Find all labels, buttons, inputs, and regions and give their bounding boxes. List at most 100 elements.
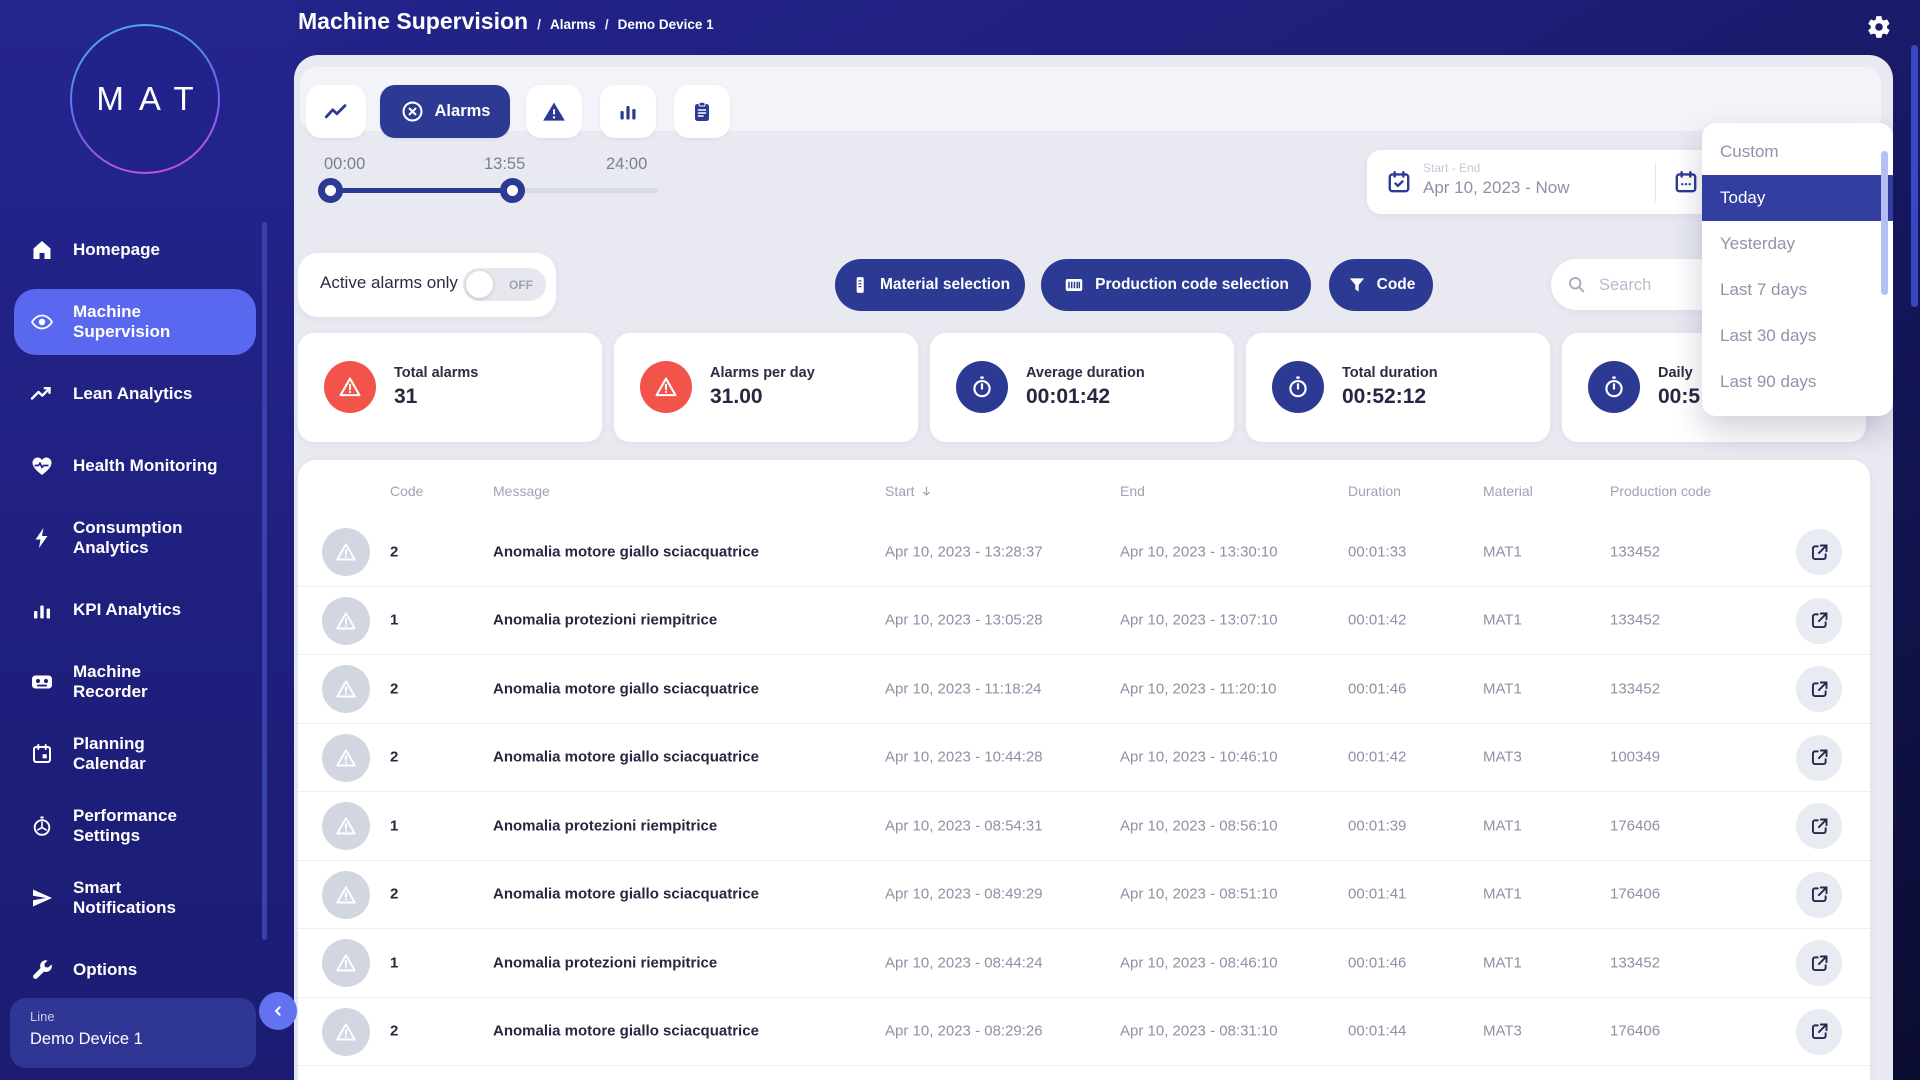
open-alarm-button[interactable]	[1796, 940, 1842, 986]
column-header-start[interactable]: Start	[885, 483, 933, 499]
trend-icon	[30, 382, 54, 406]
option-last-7-days[interactable]: Last 7 days	[1702, 267, 1893, 313]
code-filter-button[interactable]: Code	[1329, 259, 1433, 311]
sidebar-item-options[interactable]: Options	[0, 934, 270, 1006]
warning-triangle-icon	[334, 677, 358, 701]
slider-track[interactable]	[328, 188, 658, 193]
column-header-end[interactable]: End	[1120, 483, 1145, 499]
cell-code: 2	[390, 749, 398, 766]
open-in-new-icon	[1809, 610, 1830, 631]
active-alarms-toggle[interactable]: OFF	[463, 268, 546, 301]
tab-statistics[interactable]	[600, 85, 656, 138]
settings-gear-button[interactable]	[1864, 13, 1894, 43]
slider-handle-start[interactable]	[318, 178, 343, 203]
cell-message: Anomalia protezioni riempitrice	[493, 954, 717, 971]
cell-start: Apr 10, 2023 - 13:05:28	[885, 612, 1043, 629]
table-row: 2 Anomalia motore giallo sciacquatrice A…	[298, 655, 1870, 724]
slider-start-label: 00:00	[324, 155, 365, 174]
table-row: 1 Anomalia protezioni riempitrice Apr 10…	[298, 929, 1870, 998]
calendar-dots-icon[interactable]	[1673, 169, 1699, 195]
cell-end: Apr 10, 2023 - 08:46:10	[1120, 954, 1278, 971]
sidebar-item-smart-notifications[interactable]: Smart Notifications	[0, 862, 270, 934]
cell-end: Apr 10, 2023 - 08:51:10	[1120, 886, 1278, 903]
table-row: 1 Anomalia protezioni riempitrice Apr 10…	[298, 792, 1870, 861]
page-title: Machine Supervision	[298, 8, 528, 35]
cell-start: Apr 10, 2023 - 10:44:28	[885, 749, 1043, 766]
sidebar-scrollbar[interactable]	[262, 222, 267, 940]
open-alarm-button[interactable]	[1796, 1009, 1842, 1055]
open-in-new-icon	[1809, 884, 1830, 905]
sidebar-item-planning-calendar[interactable]: Planning Calendar	[0, 718, 270, 790]
sidebar-item-kpi-analytics[interactable]: KPI Analytics	[0, 574, 270, 646]
slider-handle-end[interactable]	[500, 178, 525, 203]
stat-total-alarms: Total alarms 31	[298, 333, 602, 442]
sidebar-item-machine-recorder[interactable]: Machine Recorder	[0, 646, 270, 718]
alarm-triangle-icon	[324, 361, 376, 413]
cell-production-code: 176406	[1610, 817, 1660, 834]
column-header-production-code[interactable]: Production code	[1610, 483, 1711, 499]
calendar-check-icon	[1386, 169, 1412, 195]
open-alarm-button[interactable]	[1796, 735, 1842, 781]
sidebar-item-lean-analytics[interactable]: Lean Analytics	[0, 358, 270, 430]
sort-desc-icon	[920, 485, 933, 498]
slider-end-label: 24:00	[606, 155, 647, 174]
sidebar-item-performance-settings[interactable]: Performance Settings	[0, 790, 270, 862]
sidebar-item-homepage[interactable]: Homepage	[0, 214, 270, 286]
table-row: 2 Anomalia motore giallo sciacquatrice A…	[298, 724, 1870, 793]
column-header-duration[interactable]: Duration	[1348, 483, 1401, 499]
time-range-slider: 00:00 13:55 24:00	[324, 155, 684, 215]
tab-alarms[interactable]: Alarms	[380, 85, 510, 138]
breadcrumb-alarms: Alarms	[550, 17, 596, 32]
production-code-selection-button[interactable]: Production code selection	[1041, 259, 1311, 311]
open-in-new-icon	[1809, 816, 1830, 837]
toggle-knob	[466, 271, 493, 298]
column-header-material[interactable]: Material	[1483, 483, 1533, 499]
open-alarm-button[interactable]	[1796, 803, 1842, 849]
send-icon	[30, 886, 54, 910]
tab-warnings[interactable]	[526, 85, 582, 138]
cell-end: Apr 10, 2023 - 11:20:10	[1120, 680, 1277, 697]
tab-trends[interactable]	[306, 85, 366, 138]
cell-material: MAT1	[1483, 543, 1522, 560]
option-last-90-days[interactable]: Last 90 days	[1702, 359, 1893, 405]
sidebar-item-health-monitoring[interactable]: Health Monitoring	[0, 430, 270, 502]
bar-chart-icon	[30, 598, 54, 622]
sidebar-item-consumption-analytics[interactable]: Consumption Analytics	[0, 502, 270, 574]
tab-report[interactable]	[674, 85, 730, 138]
cell-end: Apr 10, 2023 - 08:56:10	[1120, 817, 1278, 834]
cell-duration: 00:01:42	[1348, 612, 1406, 629]
stat-total-duration: Total duration 00:52:12	[1246, 333, 1550, 442]
option-today[interactable]: Today	[1702, 175, 1893, 221]
cell-code: 2	[390, 886, 398, 903]
device-selector-label: Line	[30, 1009, 236, 1024]
warning-triangle-icon	[334, 883, 358, 907]
recorder-icon	[30, 670, 54, 694]
warning-triangle-icon	[334, 1020, 358, 1044]
open-alarm-button[interactable]	[1796, 529, 1842, 575]
dropdown-scrollbar[interactable]	[1881, 151, 1888, 295]
cell-code: 2	[390, 543, 398, 560]
warning-triangle-icon	[334, 951, 358, 975]
sidebar-collapse-button[interactable]	[259, 992, 297, 1030]
cell-end: Apr 10, 2023 - 08:31:10	[1120, 1023, 1278, 1040]
sidebar-item-machine-supervision[interactable]: Machine Supervision	[14, 289, 256, 355]
date-range-dropdown: Custom Today Yesterday Last 7 days Last …	[1702, 123, 1893, 416]
cell-duration: 00:01:33	[1348, 543, 1406, 560]
active-alarms-label: Active alarms only	[320, 273, 458, 293]
device-selector[interactable]: Line Demo Device 1	[10, 998, 256, 1068]
option-last-30-days[interactable]: Last 30 days	[1702, 313, 1893, 359]
open-alarm-button[interactable]	[1796, 598, 1842, 644]
column-header-message[interactable]: Message	[493, 483, 550, 499]
main-panel: Alarms 00:00 13:55 24:00 Start - End Apr…	[294, 55, 1893, 1080]
material-selection-button[interactable]: Material selection	[835, 259, 1025, 311]
open-alarm-button[interactable]	[1796, 666, 1842, 712]
option-yesterday[interactable]: Yesterday	[1702, 221, 1893, 267]
calendar-icon	[30, 742, 54, 766]
page-scrollbar[interactable]	[1911, 45, 1918, 307]
option-custom[interactable]: Custom	[1702, 129, 1893, 175]
toggle-state-label: OFF	[509, 278, 533, 292]
cell-code: 1	[390, 954, 398, 971]
column-header-code[interactable]: Code	[390, 483, 423, 499]
open-alarm-button[interactable]	[1796, 872, 1842, 918]
cell-end: Apr 10, 2023 - 13:30:10	[1120, 543, 1278, 560]
